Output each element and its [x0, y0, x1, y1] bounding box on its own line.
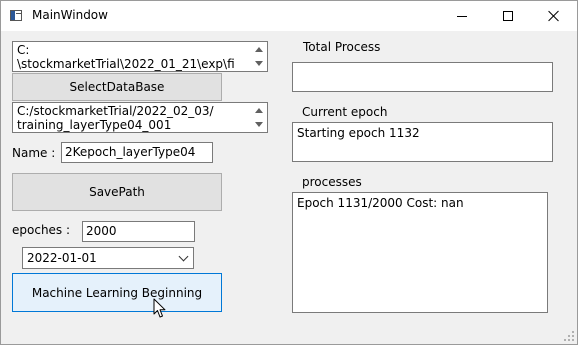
minimize-button[interactable]: [439, 1, 485, 31]
scroll-up-arrow-icon[interactable]: [255, 47, 263, 52]
total-process-box: [292, 62, 553, 92]
database-path-scrollbar[interactable]: [252, 43, 266, 70]
start-date-value: 2022-01-01: [27, 251, 97, 265]
epochs-label: epoches :: [12, 223, 71, 237]
main-window: MainWindow C: \stockmarketTrial\2022_01_…: [0, 0, 578, 345]
maximize-button[interactable]: [485, 1, 531, 31]
save-path-line-1: C:/stockmarketTrial/2022_02_03/: [17, 104, 214, 118]
mouse-cursor-icon: [153, 298, 166, 318]
title-bar[interactable]: MainWindow: [1, 1, 577, 31]
save-path-button-label: SavePath: [89, 185, 145, 199]
database-path-textbox[interactable]: C: \stockmarketTrial\2022_01_21\exp\fi: [12, 41, 268, 72]
save-path-line-2: training_layerType04_001: [17, 118, 172, 132]
total-process-label: Total Process: [303, 40, 381, 54]
close-button[interactable]: [531, 1, 577, 31]
scroll-down-arrow-icon[interactable]: [255, 122, 263, 127]
select-database-button[interactable]: SelectDataBase: [12, 73, 222, 101]
name-input[interactable]: 2Kepoch_layerType04: [61, 142, 213, 163]
current-epoch-box: Starting epoch 1132: [292, 122, 553, 162]
name-label: Name :: [12, 146, 56, 160]
processes-label: processes: [302, 175, 362, 189]
start-date-dropdown[interactable]: 2022-01-01: [22, 247, 194, 269]
database-path-line-1: C:: [17, 43, 30, 57]
database-path-line-2: \stockmarketTrial\2022_01_21\exp\fi: [17, 57, 235, 71]
epochs-input[interactable]: 2000: [82, 221, 195, 242]
save-path-button[interactable]: SavePath: [12, 173, 222, 211]
scroll-down-arrow-icon[interactable]: [255, 61, 263, 66]
machine-learning-start-button-label: Machine Learning Beginning: [31, 285, 203, 300]
close-icon: [548, 10, 560, 22]
scroll-up-arrow-icon[interactable]: [255, 108, 263, 113]
save-path-textbox[interactable]: C:/stockmarketTrial/2022_02_03/ training…: [12, 102, 268, 133]
select-database-button-label: SelectDataBase: [69, 80, 165, 94]
processes-log-box: Epoch 1131/2000 Cost: nan: [292, 192, 548, 313]
resize-grip-icon[interactable]: [564, 331, 574, 341]
save-path-scrollbar[interactable]: [252, 104, 266, 131]
maximize-icon: [503, 11, 513, 21]
app-window-icon: [10, 10, 22, 21]
minimize-icon: [457, 15, 467, 17]
current-epoch-label: Current epoch: [302, 105, 388, 119]
machine-learning-start-button[interactable]: Machine Learning Beginning: [12, 273, 222, 312]
window-title: MainWindow: [32, 8, 108, 22]
chevron-down-icon: [178, 251, 189, 262]
